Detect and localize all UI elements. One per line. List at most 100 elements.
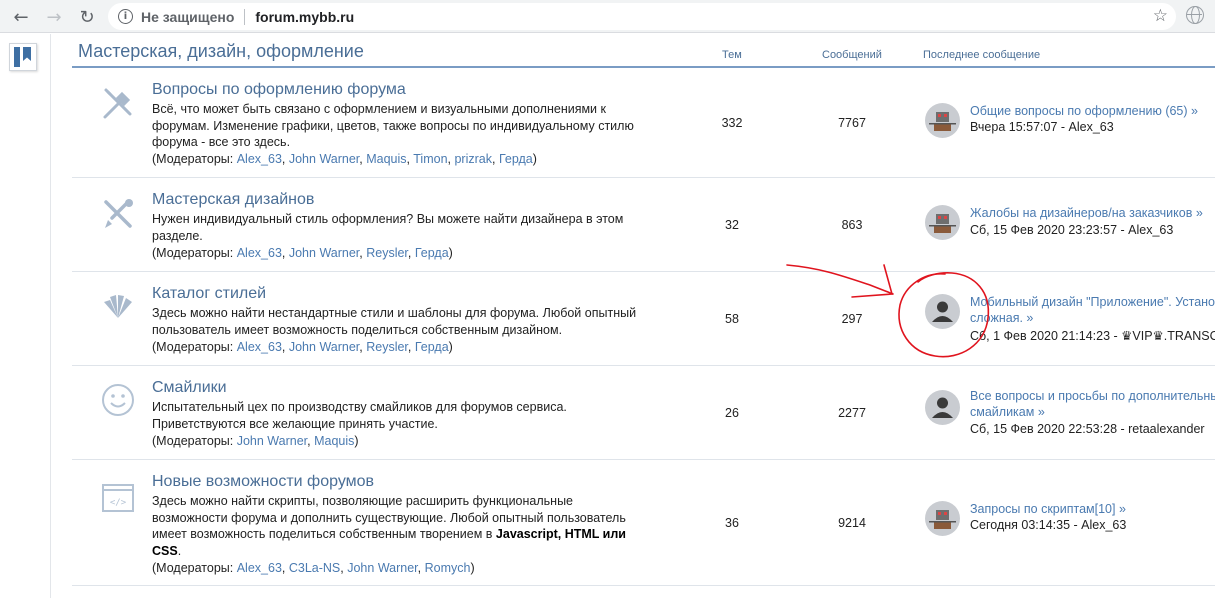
desc-line: имеет возможность поделиться собственным…: [152, 526, 657, 543]
desc-line: Всё, что может быть связано с оформление…: [152, 102, 606, 116]
posts-count: 2277: [838, 406, 866, 420]
moderator-link[interactable]: Герда: [499, 152, 533, 166]
avatar[interactable]: [925, 103, 960, 138]
desc-line: CSS.: [152, 543, 657, 560]
moderator-link[interactable]: Alex_63: [237, 246, 282, 260]
browser-toolbar: ← → ↻ i Не защищено forum.mybb.ru ☆: [0, 0, 1215, 33]
desc-line: Здесь можно найти нестандартные стили и …: [152, 306, 637, 320]
avatar[interactable]: [925, 390, 960, 425]
last-post-title[interactable]: Все вопросы и просьбы по дополнительны: [970, 388, 1215, 404]
last-post-title[interactable]: сложная. »: [970, 310, 1215, 326]
moderator-link[interactable]: John Warner: [289, 340, 359, 354]
bookmark-star-icon[interactable]: ☆: [1153, 6, 1168, 26]
svg-text:</>: </>: [110, 498, 127, 508]
last-post-link[interactable]: Все вопросы и просьбы по дополнительны с…: [970, 388, 1215, 420]
avatar[interactable]: [925, 294, 960, 329]
last-post-meta: Сб, 15 Фев 2020 23:23:57 - Alex_63: [970, 223, 1174, 237]
posts-count: 9214: [838, 516, 866, 530]
forum-description: Нужен индивидуальный стиль оформления? В…: [152, 211, 657, 244]
moderator-link[interactable]: Герда: [415, 340, 449, 354]
category-title[interactable]: Мастерская, дизайн, оформление: [78, 41, 364, 62]
last-post-meta: Сб, 15 Фев 2020 22:53:28 - retaalexander: [970, 422, 1205, 436]
column-last-post-header: Последнее сообщение: [923, 49, 1041, 61]
swatches-icon: [104, 295, 132, 318]
desc-line: разделе.: [152, 228, 203, 243]
moderators-line: (Модераторы: Alex_63, John Warner, Reysl…: [152, 340, 453, 354]
moderator-link[interactable]: prizrak: [454, 152, 492, 166]
address-bar[interactable]: i Не защищено forum.mybb.ru ☆: [108, 3, 1176, 30]
url-text[interactable]: forum.mybb.ru: [255, 9, 354, 25]
forum-category: Мастерская, дизайн, оформление Тем Сообщ…: [72, 34, 1215, 586]
moderator-link[interactable]: Герда: [415, 246, 449, 260]
moderator-link[interactable]: Maquis: [314, 434, 354, 448]
last-post-link[interactable]: Жалобы на дизайнеров/на заказчиков »: [970, 205, 1203, 221]
moderator-link[interactable]: Reysler: [366, 340, 408, 354]
moderator-link[interactable]: John Warner: [347, 561, 417, 575]
forward-arrow-icon[interactable]: →: [42, 5, 66, 29]
back-arrow-icon[interactable]: ←: [9, 5, 33, 29]
posts-count: 7767: [838, 116, 866, 130]
desc-line: Нужен индивидуальный стиль оформления? В…: [152, 212, 624, 226]
moderators-line: (Модераторы: Alex_63, John Warner, Reysl…: [152, 246, 453, 260]
forum-description: Здесь можно найти скрипты, позволяющие р…: [152, 493, 657, 559]
moderators-line: (Модераторы: Alex_63, John Warner, Maqui…: [152, 152, 537, 166]
category-header: Мастерская, дизайн, оформление Тем Сообщ…: [72, 34, 1215, 68]
last-post-link[interactable]: Мобильный дизайн "Приложение". Устано сл…: [970, 294, 1215, 326]
tools-icon: [103, 88, 132, 119]
moderators-label: Модераторы:: [156, 340, 234, 354]
avatar[interactable]: [925, 205, 960, 240]
forum-title-link[interactable]: Смайлики: [152, 379, 227, 397]
moderators-line: (Модераторы: Alex_63, C3La-NS, John Warn…: [152, 561, 475, 575]
forum-title-link[interactable]: Новые возможности форумов: [152, 473, 374, 491]
topics-count: 332: [721, 116, 743, 130]
last-post-link[interactable]: Общие вопросы по оформлению (65) »: [970, 103, 1198, 119]
forum-title-link[interactable]: Вопросы по оформлению форума: [152, 81, 406, 99]
last-post-meta: Вчера 15:57:07 - Alex_63: [970, 120, 1114, 134]
last-post-title[interactable]: смайликам »: [970, 404, 1215, 420]
last-post-title[interactable]: Жалобы на дизайнеров/на заказчиков »: [970, 205, 1203, 221]
moderator-link[interactable]: John Warner: [289, 246, 359, 260]
avatar[interactable]: [925, 501, 960, 536]
info-icon[interactable]: i: [118, 9, 133, 24]
desc-line: Испытательный цех по производству смайли…: [152, 400, 567, 414]
forum-description: Испытательный цех по производству смайли…: [152, 399, 657, 432]
reload-icon[interactable]: ↻: [75, 5, 99, 29]
forum-description: Всё, что может быть связано с оформление…: [152, 101, 657, 151]
topics-count: 26: [725, 406, 739, 420]
desc-bold: Javascript, HTML или: [495, 527, 626, 541]
forum-title-link[interactable]: Мастерская дизайнов: [152, 191, 314, 209]
moderator-link[interactable]: Timon: [413, 152, 447, 166]
moderator-link[interactable]: John Warner: [289, 152, 359, 166]
forum-description: Здесь можно найти нестандартные стили и …: [152, 305, 657, 338]
moderators-label: Модераторы:: [156, 434, 234, 448]
topics-count: 58: [725, 312, 739, 326]
forum-row: </> Новые возможности форумов Здесь можн…: [72, 460, 1215, 586]
moderators-label: Модераторы:: [156, 561, 234, 575]
desc-line: пользователь имеет возможность поделитьс…: [152, 322, 563, 337]
moderator-link[interactable]: Alex_63: [237, 152, 282, 166]
desc-line: форумам. Изменение графики, цветов, такж…: [152, 118, 634, 133]
moderator-link[interactable]: Reysler: [366, 246, 408, 260]
moderator-link[interactable]: Maquis: [366, 152, 406, 166]
last-post-title[interactable]: Мобильный дизайн "Приложение". Устано: [970, 294, 1215, 310]
forum-title-link[interactable]: Каталог стилей: [152, 285, 266, 303]
last-post-meta: Сб, 1 Фев 2020 21:14:23 - ♛VIP♛.TRANSC: [970, 329, 1215, 343]
desc-text: имеет возможность поделиться собственным…: [152, 527, 496, 541]
moderator-link[interactable]: Alex_63: [237, 340, 282, 354]
moderator-link[interactable]: C3La-NS: [289, 561, 340, 575]
desc-text: .: [177, 543, 182, 558]
last-post-title[interactable]: Общие вопросы по оформлению (65) »: [970, 103, 1198, 119]
brush-pencil-icon: [104, 199, 133, 228]
desc-line: форума - все это здесь.: [152, 135, 291, 149]
moderator-link[interactable]: John Warner: [237, 434, 307, 448]
security-label: Не защищено: [141, 8, 235, 25]
moderator-link[interactable]: Alex_63: [237, 561, 282, 575]
bookmarks-icon[interactable]: [9, 43, 37, 71]
moderators-label: Модераторы:: [156, 152, 234, 166]
forum-row: Каталог стилей Здесь можно найти нестанд…: [72, 272, 1215, 366]
moderator-link[interactable]: Romych: [425, 561, 471, 575]
last-post-title[interactable]: Запросы по скриптам[10] »: [970, 501, 1126, 517]
last-post-link[interactable]: Запросы по скриптам[10] »: [970, 501, 1126, 517]
desc-bold: CSS: [152, 543, 178, 558]
globe-icon[interactable]: [1186, 6, 1204, 24]
